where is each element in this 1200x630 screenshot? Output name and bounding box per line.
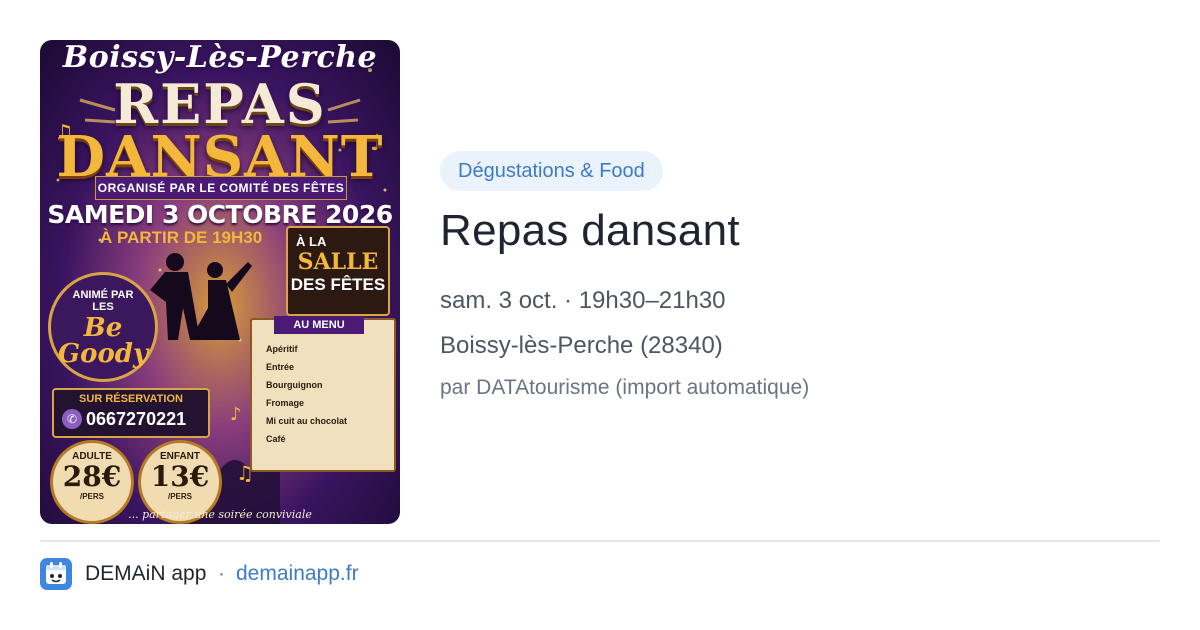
footer-divider [40,540,1160,542]
poster-band-name: Be Goody [57,313,149,369]
poster-menu-item: Café [266,434,286,444]
poster-band-badge: ANIMÉ PAR LES Be Goody [48,272,158,382]
event-title: Repas dansant [440,206,740,255]
poster-adult-price: 28€ [62,460,122,493]
poster-reservation-box: SUR RÉSERVATION ✆ 0667270221 [52,388,210,438]
poster-venue-prefix: À LA [296,234,327,249]
poster-venue-line2: DES FÊTES [290,275,386,294]
poster-reservation-label: SUR RÉSERVATION [79,393,183,405]
poster-animation-label: ANIMÉ PAR [72,289,134,301]
poster-child-unit: /PERS [167,492,192,501]
poster-start-time: À PARTIR DE 19H30 [100,228,263,247]
poster-menu-card: AU MENU Apéritif Entrée Bourguignon From… [250,316,396,472]
svg-text:♪: ♪ [230,404,242,425]
share-card: ♫ ♪ ♪ ♫ Boissy-Lès-Perche REPAS DANSANT … [0,0,1200,630]
phone-icon: ✆ [62,409,82,429]
poster-child-price: 13€ [150,460,210,493]
poster-menu-item: Apéritif [266,344,298,354]
event-source: par DATAtourisme (import automatique) [440,376,810,399]
poster-organizer-banner: ORGANISÉ PAR LE COMITÉ DES FÊTES [95,176,347,200]
poster-menu-title: AU MENU [274,316,364,334]
category-chip[interactable]: Dégustations & Food [440,151,663,191]
demain-app-icon [40,558,72,590]
poster-menu-item: Fromage [266,398,305,408]
poster-venue-line1: SALLE [297,249,379,275]
poster-menu-item: Mi cuit au chocolat [266,416,348,426]
poster-menu-item: Bourguignon [266,380,323,390]
poster-venue-sign: À LA SALLE DES FÊTES [286,226,390,316]
footer-separator: · [218,562,225,585]
poster-date: SAMEDI 3 OCTOBRE 2026 [47,200,393,229]
poster-footer-text: ... partager une soirée conviviale [128,508,312,521]
app-name: DEMAiN app [85,562,207,585]
poster-town: Boissy-Lès-Perche [62,40,378,75]
poster-menu-item: Entrée [266,362,295,372]
poster-adult-unit: /PERS [79,492,104,501]
event-datetime: sam. 3 oct. · 19h30–21h30 [440,287,726,314]
poster-animation-les: LES [92,301,114,313]
event-poster-image[interactable]: ♫ ♪ ♪ ♫ Boissy-Lès-Perche REPAS DANSANT … [40,40,400,524]
app-site-link[interactable]: demainapp.fr [236,562,359,586]
poster-phone-number: 0667270221 [86,409,187,429]
event-location: Boissy-lès-Perche (28340) [440,332,723,359]
